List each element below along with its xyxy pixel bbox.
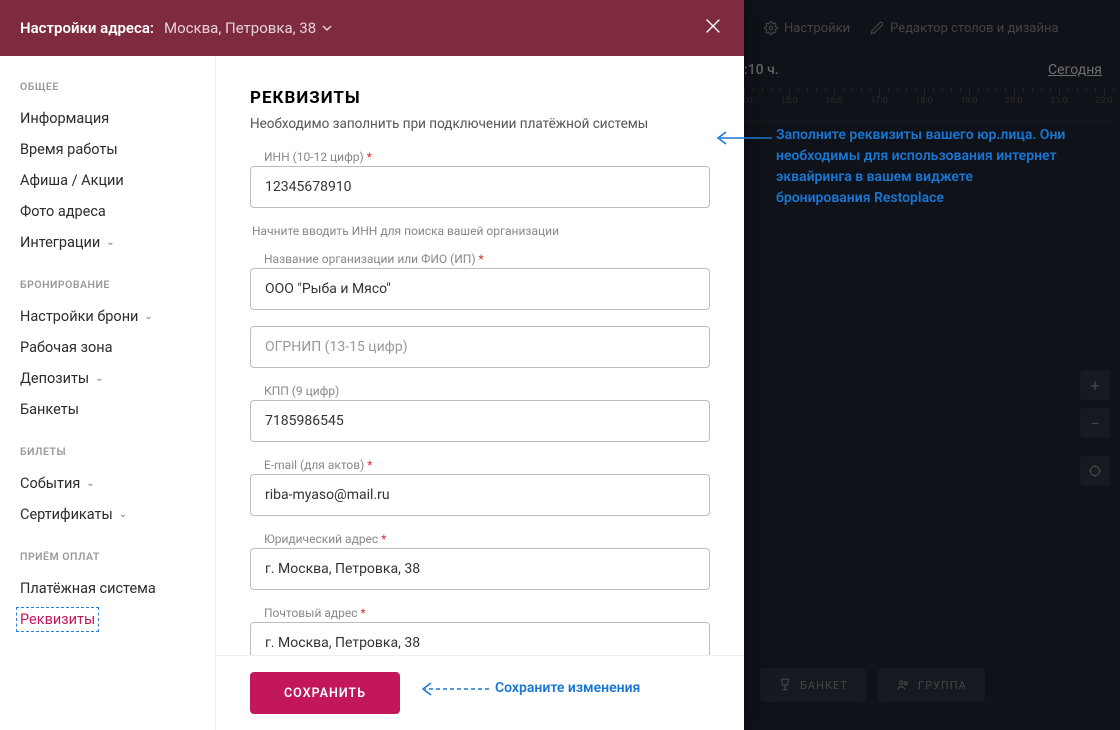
sidebar-item[interactable]: Интеграции ⌄ xyxy=(0,227,215,258)
sidebar: ОБЩЕЕ Информация Время работы Афиша / Акции… xyxy=(0,56,216,730)
sidebar-item-label: Реквизиты xyxy=(20,611,95,628)
sidebar-item[interactable]: Информация xyxy=(0,103,215,134)
panel-header: Настройки адреса: Москва, Петровка, 38 xyxy=(0,0,744,56)
sidebar-item-label: Депозиты xyxy=(20,370,89,387)
address-selector[interactable]: Москва, Петровка, 38 xyxy=(164,19,332,37)
sidebar-item[interactable]: Настройки брони ⌄ xyxy=(0,301,215,332)
sidebar-item[interactable]: Фото адреса xyxy=(0,196,215,227)
inn-input[interactable] xyxy=(250,166,710,208)
email-input[interactable] xyxy=(250,474,710,516)
sidebar-item[interactable]: Время работы xyxy=(0,134,215,165)
org-label: Название организации или ФИО (ИП) * xyxy=(250,252,710,266)
sidebar-item-label: Платёжная система xyxy=(20,580,156,597)
sidebar-item-label: Афиша / Акции xyxy=(20,172,124,189)
chevron-down-icon: ⌄ xyxy=(95,373,103,384)
sidebar-item-label: Интеграции xyxy=(20,234,100,251)
chevron-down-icon: ⌄ xyxy=(86,478,94,489)
sidebar-item[interactable]: Сертификаты ⌄ xyxy=(0,499,215,530)
legal-addr-label: Юридический адрес * xyxy=(250,532,710,546)
sidebar-item-label: Настройки брони xyxy=(20,308,138,325)
sidebar-item-label: Информация xyxy=(20,110,109,127)
sidebar-group-label: ПРИЁМ ОПЛАТ xyxy=(0,550,215,563)
sidebar-item[interactable]: Афиша / Акции xyxy=(0,165,215,196)
sidebar-item[interactable]: Депозиты ⌄ xyxy=(0,363,215,394)
sidebar-item-label: Время работы xyxy=(20,141,118,158)
ogrnip-input[interactable] xyxy=(250,326,710,368)
content-area: РЕКВИЗИТЫ Необходимо заполнить при подкл… xyxy=(216,56,744,730)
sidebar-item[interactable]: Банкеты xyxy=(0,394,215,425)
sidebar-item[interactable]: Реквизиты xyxy=(0,604,215,635)
settings-panel: Настройки адреса: Москва, Петровка, 38 О… xyxy=(0,0,744,730)
sidebar-item-label: Рабочая зона xyxy=(20,339,112,356)
close-icon xyxy=(702,15,724,37)
chevron-down-icon: ⌄ xyxy=(119,509,127,520)
sidebar-item-label: События xyxy=(20,475,80,492)
sidebar-item[interactable]: Платёжная система xyxy=(0,573,215,604)
sidebar-group-label: БРОНИРОВАНИЕ xyxy=(0,278,215,291)
panel-footer: СОХРАНИТЬ xyxy=(216,655,744,730)
panel-title: Настройки адреса: xyxy=(20,19,154,37)
org-input[interactable] xyxy=(250,268,710,310)
sidebar-group-label: ОБЩЕЕ xyxy=(0,80,215,93)
kpp-input[interactable] xyxy=(250,400,710,442)
kpp-label: КПП (9 цифр) xyxy=(250,384,710,398)
chevron-down-icon: ⌄ xyxy=(144,311,152,322)
page-subtitle: Необходимо заполнить при подключении пла… xyxy=(250,116,710,132)
post-addr-input[interactable] xyxy=(250,622,710,655)
inn-helper: Начните вводить ИНН для поиска вашей орг… xyxy=(250,224,710,238)
inn-label: ИНН (10-12 цифр) * xyxy=(250,150,710,164)
save-button[interactable]: СОХРАНИТЬ xyxy=(250,672,400,714)
page-heading: РЕКВИЗИТЫ xyxy=(250,88,710,108)
sidebar-item[interactable]: Рабочая зона xyxy=(0,332,215,363)
chevron-down-icon xyxy=(322,23,332,33)
sidebar-item-label: Фото адреса xyxy=(20,203,106,220)
sidebar-item-label: Сертификаты xyxy=(20,506,113,523)
sidebar-item-label: Банкеты xyxy=(20,401,79,418)
email-label: E-mail (для актов) * xyxy=(250,458,710,472)
legal-addr-input[interactable] xyxy=(250,548,710,590)
close-button[interactable] xyxy=(702,15,724,41)
sidebar-item[interactable]: События ⌄ xyxy=(0,468,215,499)
sidebar-group-label: БИЛЕТЫ xyxy=(0,445,215,458)
post-addr-label: Почтовый адрес * xyxy=(250,606,710,620)
chevron-down-icon: ⌄ xyxy=(106,237,114,248)
